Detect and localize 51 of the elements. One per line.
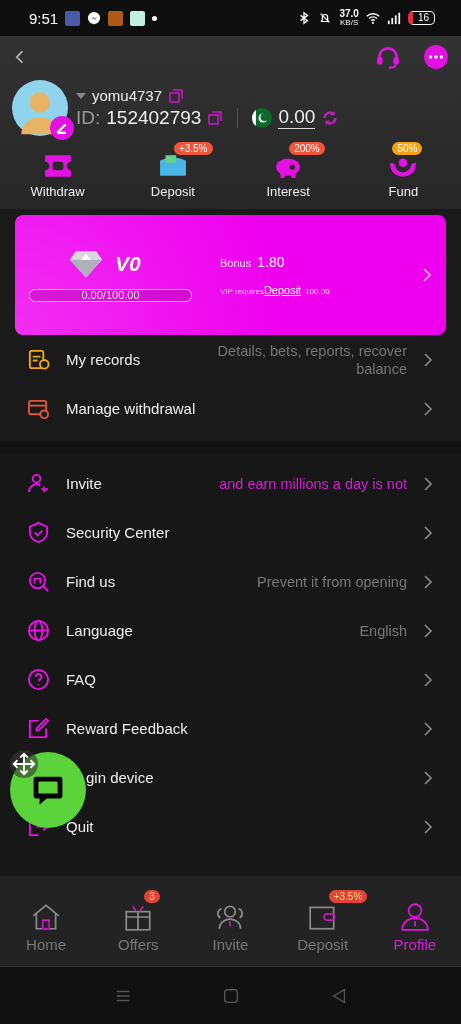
network-speed: 37.0 bbox=[339, 9, 359, 18]
bonus-badge: 200% bbox=[289, 142, 325, 155]
username: yomu4737 bbox=[92, 87, 163, 104]
menu-item[interactable]: My records Details, bets, reports, recover balance bbox=[0, 335, 461, 384]
menu-item[interactable]: Reward Feedback bbox=[0, 704, 461, 753]
menu-label: Find us bbox=[66, 573, 116, 590]
menu-description: English bbox=[358, 621, 407, 640]
menu-description: Prevent it from opening bbox=[256, 572, 407, 591]
menu-item[interactable]: Language English bbox=[0, 606, 461, 655]
bonus-badge: +3.5% bbox=[173, 142, 213, 155]
speed-unit: KB/S bbox=[340, 18, 359, 27]
menu-label: Quit bbox=[66, 818, 94, 835]
required-amount: 100.00 bbox=[305, 287, 330, 296]
nav-tab[interactable]: +3.5% Deposit bbox=[276, 889, 369, 953]
menu-label: Reward Feedback bbox=[66, 720, 188, 737]
menu-label: Language bbox=[66, 622, 133, 639]
deposit-link[interactable]: Deposit bbox=[263, 284, 302, 296]
menu-item[interactable]: Find us Prevent it from opening bbox=[0, 557, 461, 606]
menu-label: Security Center bbox=[66, 524, 170, 541]
nav-tab[interactable]: Home bbox=[0, 889, 93, 953]
bonus-value: 1.80 bbox=[257, 254, 285, 270]
nav-tab[interactable]: Profile bbox=[368, 889, 461, 953]
nav-tab[interactable]: Invite bbox=[184, 889, 277, 953]
promo-text: and earn millions a day is not bbox=[218, 474, 407, 493]
id-label: ID: bbox=[76, 106, 101, 129]
menu-label: Manage withdrawal bbox=[66, 400, 196, 417]
shortcut-button[interactable]: 50% Fund bbox=[351, 140, 456, 199]
vip-requirement: VIP requires bbox=[220, 287, 264, 296]
bonus-label: Bonus bbox=[220, 257, 252, 269]
status-time: 9:51 bbox=[29, 9, 59, 27]
battery-level: 16 bbox=[407, 11, 435, 25]
menu-label: Invite bbox=[66, 475, 102, 492]
menu-label: gin device bbox=[86, 769, 154, 786]
nav-tab[interactable]: 3 Offers bbox=[92, 889, 185, 953]
shortcut-button[interactable]: +3.5% Deposit bbox=[120, 140, 225, 199]
tab-badge: 3 bbox=[144, 889, 160, 903]
menu-label: My records bbox=[66, 351, 141, 368]
menu-item[interactable]: gin device bbox=[0, 753, 461, 802]
menu-item[interactable]: Invite and earn millions a day is not bbox=[0, 459, 461, 508]
menu-item[interactable]: Manage withdrawal bbox=[0, 384, 461, 433]
menu-item[interactable]: FAQ bbox=[0, 655, 461, 704]
menu-label: FAQ bbox=[66, 671, 96, 688]
shortcut-button[interactable]: Withdraw bbox=[5, 140, 110, 199]
shortcut-button[interactable]: 200% Interest bbox=[236, 140, 341, 199]
balance: 0.00 bbox=[278, 106, 316, 129]
menu-item[interactable]: Security Center bbox=[0, 508, 461, 557]
user-id: 152402793 bbox=[106, 106, 202, 129]
tab-badge: +3.5% bbox=[328, 889, 368, 903]
menu-description: Details, bets, reports, recover balance bbox=[216, 341, 407, 378]
bonus-badge: 50% bbox=[392, 142, 423, 155]
vip-level: V0 bbox=[115, 251, 141, 276]
